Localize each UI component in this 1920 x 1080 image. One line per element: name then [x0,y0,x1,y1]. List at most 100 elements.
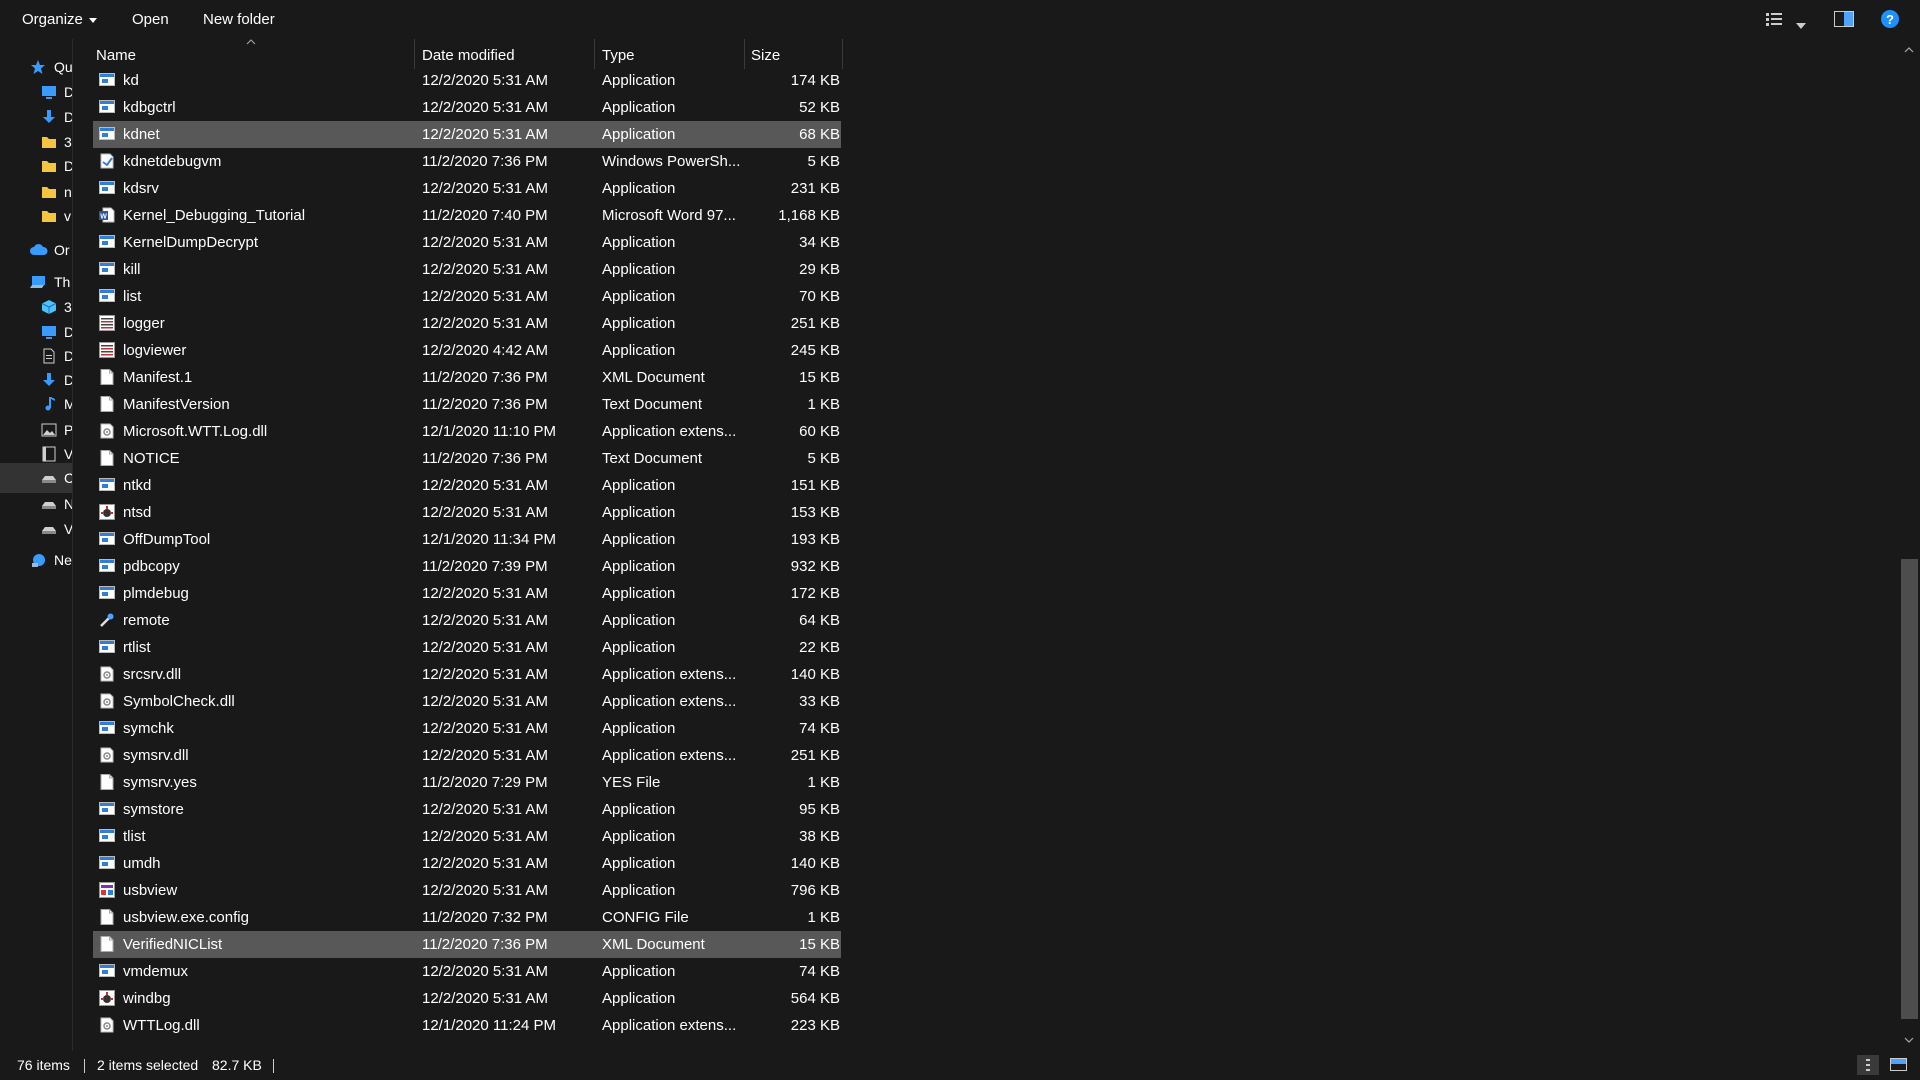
file-type: Application extens... [602,423,737,440]
file-name: pdbcopy [123,558,180,575]
file-row[interactable]: WTTLog.dll 12/1/2020 11:24 PM Application … [93,1012,841,1039]
details-view-button[interactable] [1857,1055,1879,1075]
file-date-modified: 11/2/2020 7:36 PM [422,450,548,467]
file-date-modified: 11/2/2020 7:39 PM [422,558,548,575]
file-date-modified: 11/2/2020 7:29 PM [422,774,548,791]
change-view-icon[interactable] [1766,12,1786,30]
file-date-modified: 12/2/2020 5:31 AM [422,315,548,332]
preview-pane-icon[interactable] [1834,11,1854,29]
file-date-modified: 12/2/2020 5:31 AM [422,585,548,602]
column-divider[interactable] [414,39,415,69]
file-row[interactable]: srcsrv.dll 12/2/2020 5:31 AM Application e… [93,661,841,688]
drive-icon [41,470,57,486]
file-row[interactable]: kd 12/2/2020 5:31 AM Application 174 KB [93,67,841,94]
file-row[interactable]: umdh 12/2/2020 5:31 AM Application 140 KB [93,850,841,877]
file-row[interactable]: logger 12/2/2020 5:31 AM Application 251 KB [93,310,841,337]
file-row[interactable]: kill 12/2/2020 5:31 AM Application 29 KB [93,256,841,283]
organize-button[interactable]: Organize [12,0,107,39]
file-row[interactable]: ManifestVersion 11/2/2020 7:36 PM Text Doc… [93,391,841,418]
caret-down-icon [88,17,97,23]
file-row[interactable]: Microsoft.WTT.Log.dll 12/1/2020 11:10 PM A… [93,418,841,445]
file-row[interactable]: symstore 12/2/2020 5:31 AM Application 95 K… [93,796,841,823]
file-row[interactable]: symsrv.yes 11/2/2020 7:29 PM YES File 1 KB [93,769,841,796]
file-row[interactable]: kdbgctrl 12/2/2020 5:31 AM Application 52 K… [93,94,841,121]
file-size: 151 KB [790,477,840,494]
large-icons-view-button[interactable] [1888,1055,1910,1075]
vertical-scrollbar[interactable] [1899,39,1920,1051]
nav-item[interactable]: V [0,514,72,544]
file-date-modified: 12/2/2020 5:31 AM [422,288,548,305]
file-row[interactable]: symchk 12/2/2020 5:31 AM Application 74 KB [93,715,841,742]
file-row[interactable]: usbview 12/2/2020 5:31 AM Application 796 K… [93,877,841,904]
file-row[interactable]: vmdemux 12/2/2020 5:31 AM Application 74 KB [93,958,841,985]
desktop-icon [41,84,57,100]
file-size: 22 KB [799,639,840,656]
computer-icon [30,274,46,290]
open-button[interactable]: Open [122,0,179,39]
file-date-modified: 11/2/2020 7:36 PM [422,936,548,953]
file-size: 231 KB [790,180,840,197]
application-icon [99,126,115,142]
file-type: Application [602,963,676,980]
file-size: 251 KB [790,747,840,764]
application-icon [99,801,115,817]
nav-item[interactable]: Or [0,235,72,265]
column-size[interactable]: Size [751,39,780,69]
file-row[interactable]: Manifest.1 11/2/2020 7:36 PM XML Document 1… [93,364,841,391]
debugger-icon [99,990,115,1006]
scroll-down-arrow-icon[interactable] [1904,1035,1914,1045]
file-row[interactable]: kdnetdebugvm 11/2/2020 7:36 PM Windows Pow… [93,148,841,175]
file-row[interactable]: SymbolCheck.dll 12/2/2020 5:31 AM Applicat… [93,688,841,715]
help-icon[interactable]: ? [1880,9,1900,28]
column-divider[interactable] [842,39,843,69]
file-row[interactable]: ntsd 12/2/2020 5:31 AM Application 153 KB [93,499,841,526]
file-name: symsrv.yes [123,774,197,791]
application-icon [99,855,115,871]
file-row[interactable]: plmdebug 12/2/2020 5:31 AM Application 172 … [93,580,841,607]
column-type[interactable]: Type [602,39,635,69]
file-date-modified: 12/2/2020 5:31 AM [422,477,548,494]
nav-item[interactable]: Ne [0,545,72,575]
nav-item[interactable]: v [0,201,72,231]
file-type: Application [602,558,676,575]
file-row[interactable]: pdbcopy 11/2/2020 7:39 PM Application 932 K… [93,553,841,580]
file-row[interactable]: tlist 12/2/2020 5:31 AM Application 38 KB [93,823,841,850]
file-row[interactable]: rtlist 12/2/2020 5:31 AM Application 22 KB [93,634,841,661]
file-row[interactable]: kdsrv 12/2/2020 5:31 AM Application 231 KB [93,175,841,202]
new-folder-button[interactable]: New folder [193,0,285,39]
file-row[interactable]: list 12/2/2020 5:31 AM Application 70 KB [93,283,841,310]
file-row[interactable]: W Kernel_Debugging_Tutorial 11/2/2020 7:40… [93,202,841,229]
file-date-modified: 12/2/2020 5:31 AM [422,180,548,197]
file-row[interactable]: KernelDumpDecrypt 12/2/2020 5:31 AM Applic… [93,229,841,256]
file-type: Application [602,828,676,845]
file-row[interactable]: symsrv.dll 12/2/2020 5:31 AM Application e… [93,742,841,769]
file-row[interactable]: NOTICE 11/2/2020 7:36 PM Text Document 5 KB [93,445,841,472]
file-row[interactable]: windbg 12/2/2020 5:31 AM Application 564 KB [93,985,841,1012]
file-type: Application [602,585,676,602]
file-type: Microsoft Word 97... [602,207,736,224]
file-row[interactable]: VerifiedNICList 11/2/2020 7:36 PM XML Docu… [93,931,841,958]
file-row[interactable]: usbview.exe.config 11/2/2020 7:32 PM CONFI… [93,904,841,931]
dll-file-icon [99,666,115,682]
application-icon [99,639,115,655]
file-row[interactable]: logviewer 12/2/2020 4:42 AM Application 245… [93,337,841,364]
file-name: OffDumpTool [123,531,211,548]
file-row[interactable]: OffDumpTool 12/1/2020 11:34 PM Application… [93,526,841,553]
file-row[interactable]: kdnet 12/2/2020 5:31 AM Application 68 KB [93,121,841,148]
file-row[interactable]: remote 12/2/2020 5:31 AM Application 64 KB [93,607,841,634]
scroll-up-arrow-icon[interactable] [1904,45,1914,55]
column-name[interactable]: Name [96,39,136,69]
file-name: WTTLog.dll [123,1017,200,1034]
file-row[interactable]: ntkd 12/2/2020 5:31 AM Application 151 KB [93,472,841,499]
file-type: Application [602,639,676,656]
file-type: Application [602,315,676,332]
file-name: logviewer [123,342,187,359]
dll-file-icon [99,747,115,763]
column-divider[interactable] [744,39,745,69]
column-date-modified[interactable]: Date modified [422,39,515,69]
file-size: 153 KB [790,504,840,521]
column-divider[interactable] [594,39,595,69]
view-dropdown-icon[interactable] [1796,16,1806,29]
file-date-modified: 12/2/2020 5:31 AM [422,504,548,521]
scrollbar-thumb[interactable] [1901,559,1918,1019]
